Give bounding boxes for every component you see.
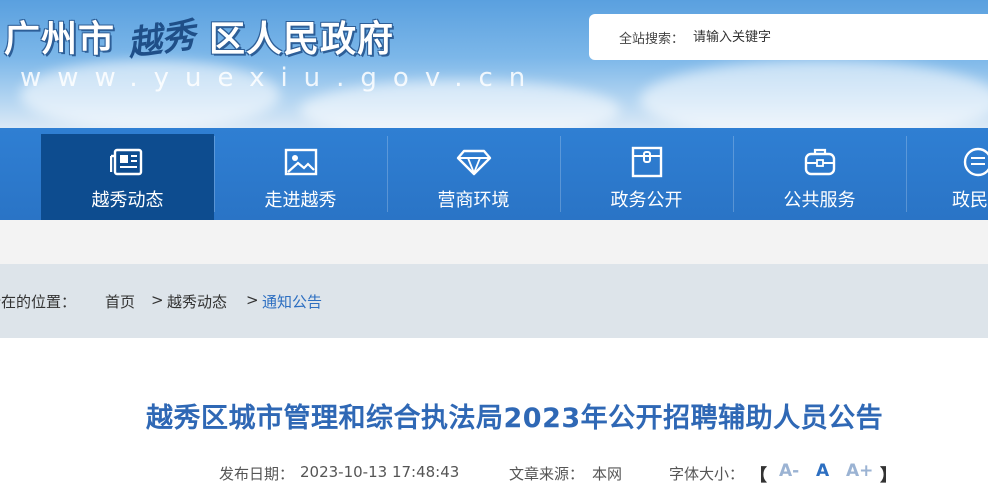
briefcase-icon	[804, 148, 835, 176]
search-label: 全站搜索：	[619, 32, 685, 47]
breadcrumb-separator: >	[151, 291, 164, 309]
nav-item-label: 政务公开	[610, 190, 683, 211]
nav-item-label: 走进越秀	[264, 190, 337, 211]
nav-item-label: 公共服务	[783, 190, 856, 211]
font-increase-button[interactable]: A+	[846, 461, 873, 481]
bracket-open: 【	[750, 466, 767, 486]
source-label: 文章来源：	[509, 465, 585, 483]
breadcrumb-home[interactable]: 首页	[105, 291, 135, 312]
chat-icon	[963, 147, 988, 177]
main-nav: 越秀动态 走进越秀 营商环境 政务公开 公共服务 政民	[0, 128, 988, 234]
spacer-band	[0, 220, 988, 264]
source-value: 本网	[592, 465, 623, 483]
newspaper-icon	[109, 148, 142, 176]
folder-icon	[631, 146, 662, 178]
nav-item-label: 营商环境	[437, 190, 510, 211]
nav-item-label: 越秀动态	[91, 190, 164, 211]
breadcrumb-news[interactable]: 越秀动态	[167, 291, 227, 312]
nav-item-about[interactable]: 走进越秀	[214, 128, 387, 220]
search-input[interactable]	[693, 24, 953, 50]
bracket-close: 】	[880, 466, 897, 486]
diamond-icon	[456, 149, 491, 176]
site-title-calligraphy: 越秀	[125, 14, 198, 65]
article-title: 越秀区城市管理和综合执法局2023年公开招聘辅助人员公告	[146, 403, 884, 434]
site-title-government: 区人民政府	[209, 19, 395, 60]
publish-date-label: 发布日期：	[219, 465, 295, 483]
nav-item-public-service[interactable]: 公共服务	[733, 128, 906, 220]
breadcrumb-separator: >	[246, 291, 259, 309]
site-title-city: 广州市	[4, 19, 116, 60]
site-logo[interactable]: 广州市 越秀 区人民政府	[4, 10, 395, 65]
font-normal-button[interactable]: A	[816, 461, 829, 481]
font-size-label: 字体大小：	[669, 465, 745, 483]
nav-item-business[interactable]: 营商环境	[387, 128, 560, 220]
nav-item-news[interactable]: 越秀动态	[41, 134, 214, 234]
site-url: www.yuexiu.gov.cn	[20, 63, 542, 93]
search-box: 全站搜索：	[589, 14, 988, 60]
nav-item-government[interactable]: 政务公开	[560, 128, 733, 220]
breadcrumb-prefix: 所在的位置：	[0, 293, 77, 311]
nav-item-interaction[interactable]: 政民	[906, 128, 988, 220]
nav-item-label: 政民	[952, 190, 988, 211]
font-decrease-button[interactable]: A-	[779, 461, 799, 481]
picture-icon	[284, 148, 317, 176]
publish-date: 2023-10-13 17:48:43	[300, 463, 460, 481]
header-banner: 广州市 越秀 区人民政府 www.yuexiu.gov.cn 全站搜索：	[0, 0, 988, 128]
cloud-decoration	[640, 60, 988, 128]
breadcrumb-notices[interactable]: 通知公告	[262, 291, 322, 312]
breadcrumb: 所在的位置： 首页 > 越秀动态 > 通知公告	[0, 264, 988, 338]
